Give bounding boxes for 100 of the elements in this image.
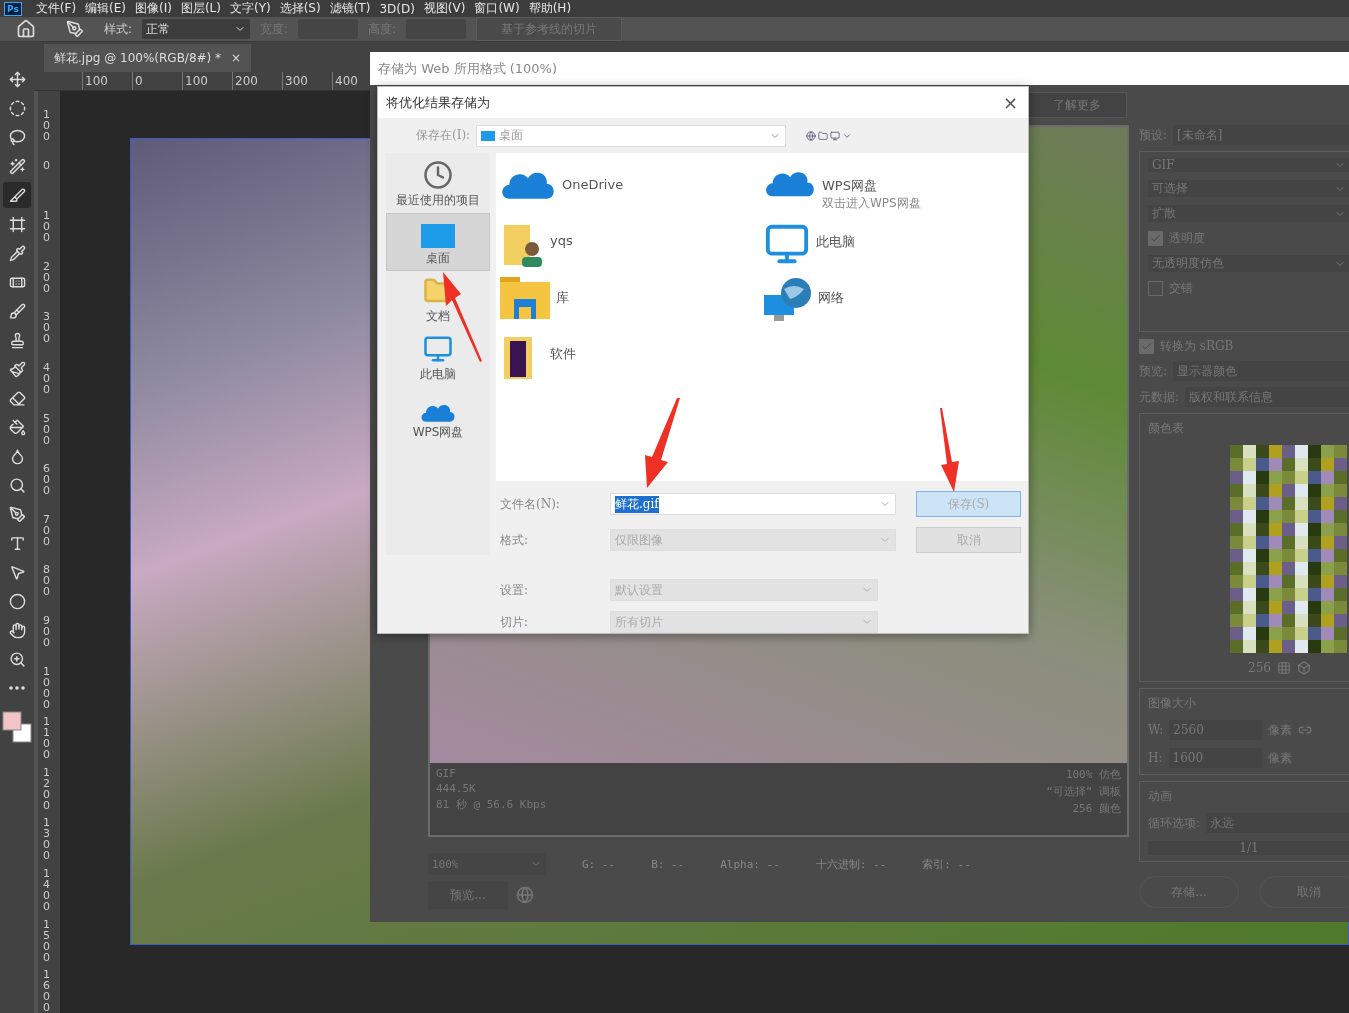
ruler-label: 1100: [43, 716, 50, 761]
checkbox[interactable]: [1139, 339, 1154, 354]
menu-item[interactable]: 图像(I): [135, 0, 181, 17]
place-label: 最近使用的项目: [396, 192, 480, 209]
menu-item[interactable]: 滤镜(T): [329, 0, 380, 17]
file-name: OneDrive: [562, 177, 624, 192]
save-in-label: 保存在(I):: [416, 127, 471, 145]
file-item[interactable]: 库: [500, 273, 764, 329]
eraser-icon: [8, 389, 26, 407]
menu-item[interactable]: 文件(F): [35, 0, 86, 17]
ruler-label: 500: [43, 412, 50, 446]
brush-icon: [8, 302, 26, 320]
menu-item[interactable]: 选择(S): [279, 0, 330, 17]
file-item[interactable]: OneDrive: [500, 161, 764, 217]
file-name: 网络: [818, 289, 844, 307]
format-label: 格式:: [500, 531, 530, 549]
stamp-icon: [8, 331, 26, 349]
more-icon: [9, 686, 25, 690]
ellipse-icon: [8, 592, 26, 610]
knife-icon: [8, 186, 26, 204]
frame-icon: [8, 215, 26, 233]
file-item[interactable]: 此电脑: [764, 217, 1028, 273]
tool-button[interactable]: [3, 182, 31, 208]
file-name: 软件: [550, 345, 576, 363]
ruler-label: 0: [43, 159, 50, 171]
check-icon: [1150, 233, 1161, 244]
close-icon[interactable]: ×: [231, 51, 242, 65]
file-item[interactable]: WPS网盘 双击进入WPS网盘: [764, 161, 1028, 217]
paint-bucket-icon: [8, 418, 26, 436]
style-select[interactable]: 正常: [142, 19, 251, 39]
wand-icon: [8, 157, 26, 175]
close-button[interactable]: ×: [1002, 92, 1018, 114]
place-item[interactable]: 桌面: [386, 213, 490, 271]
pointer-icon: [8, 563, 26, 581]
checkbox[interactable]: [1148, 231, 1163, 246]
file-item[interactable]: 网络: [764, 273, 1028, 329]
place-item[interactable]: 此电脑: [386, 329, 490, 387]
brush-icon: [8, 360, 26, 378]
dialog-title: 将优化结果存储为: [386, 93, 490, 112]
file-subtitle: 双击进入WPS网盘: [822, 195, 921, 212]
place-item[interactable]: 最近使用的项目: [386, 155, 490, 213]
place-item[interactable]: WPS网盘: [386, 387, 490, 445]
place-label: 文档: [426, 308, 450, 325]
ruler-label: 0: [132, 72, 182, 90]
file-name: yqs: [550, 233, 573, 248]
ruler-label: 600: [43, 463, 50, 497]
ruler-label: 100: [43, 109, 50, 142]
menu-item[interactable]: 视图(V): [423, 0, 475, 17]
menu-item[interactable]: 3D(D): [379, 1, 424, 16]
monitor-icon[interactable]: [830, 130, 841, 141]
pen-icon: [8, 505, 26, 523]
home-icon[interactable]: [16, 19, 36, 39]
ruler-label: 1300: [43, 817, 50, 862]
color-swatches-icon[interactable]: [2, 710, 32, 744]
app-logo: Ps: [4, 1, 22, 16]
menu-item[interactable]: 图层(L): [180, 0, 230, 17]
menu-item[interactable]: 文字(Y): [230, 0, 280, 17]
window-title: 存储为 Web 所用格式 (100%): [370, 52, 1349, 85]
menu-item[interactable]: 窗口(W): [474, 0, 529, 17]
place-label: 此电脑: [420, 366, 456, 383]
file-name: 库: [556, 289, 569, 307]
ruler-label: 200: [43, 260, 50, 294]
eyedropper-icon: [8, 244, 26, 262]
network-icon: [764, 277, 812, 323]
document-title: 鲜花.jpg @ 100%(RGB/8#) *: [54, 49, 222, 67]
ruler-label: 1500: [43, 918, 50, 963]
globe-icon[interactable]: [806, 130, 817, 141]
check-icon: [1141, 341, 1152, 352]
filename-value: 鲜花.gif: [615, 495, 659, 513]
desktop-icon: [421, 224, 455, 248]
ruler-label: 100: [182, 72, 232, 90]
checkbox[interactable]: [1148, 281, 1163, 296]
ruler-label: 1400: [43, 867, 50, 912]
folder-icon[interactable]: [818, 130, 829, 141]
ruler-label: 800: [43, 564, 50, 598]
type-icon: [8, 534, 26, 552]
file-name: 此电脑: [816, 233, 855, 251]
hand-icon: [8, 621, 26, 639]
ruler-label: 1600: [43, 969, 50, 1013]
settings-label: 设置:: [500, 581, 530, 599]
color-readout: Alpha: --: [720, 857, 780, 871]
color-readout: B: --: [651, 857, 685, 871]
slices-label: 切片:: [500, 613, 530, 631]
desktop-icon: [481, 130, 496, 141]
place-label: WPS网盘: [412, 424, 464, 441]
file-item[interactable]: yqs: [500, 217, 764, 273]
menu-item[interactable]: 编辑(E): [85, 0, 135, 17]
menu-item[interactable]: 帮助(H): [528, 0, 581, 17]
file-item[interactable]: 软件: [500, 329, 764, 385]
ruler-label: 400: [43, 361, 50, 395]
ruler-label: 100: [43, 210, 50, 244]
ruler-label: 900: [43, 614, 50, 648]
clock-icon: [423, 160, 453, 190]
ruler-label: 700: [43, 513, 50, 547]
move-icon: [8, 70, 26, 88]
filename-field[interactable]: 鲜花.gif: [610, 493, 896, 515]
ruler-label: 1000: [43, 665, 50, 710]
document-tab[interactable]: 鲜花.jpg @ 100%(RGB/8#) * ×: [44, 44, 252, 72]
save-in-select[interactable]: 桌面: [476, 124, 787, 147]
color-readout: G: --: [582, 857, 616, 871]
